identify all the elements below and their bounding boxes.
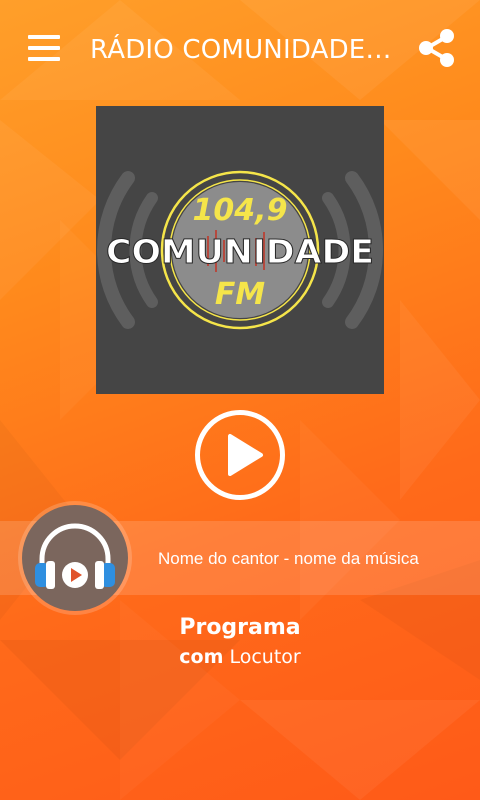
logo-name: COMUNIDADE [106,232,374,271]
program-host: com Locutor [0,644,480,670]
share-button[interactable] [414,26,458,70]
now-playing-text: Nome do cantor - nome da música [158,549,419,568]
program-info: Programa com Locutor [0,612,480,670]
program-host-prefix: com [179,646,224,668]
app-bar: RÁDIO COMUNIDADE F... [0,0,480,100]
menu-button[interactable] [24,30,64,66]
program-host-name: Locutor [229,646,301,668]
station-logo: 104,9 COMUNIDADE FM [96,106,384,394]
program-title: Programa [179,615,301,640]
play-button[interactable] [195,410,285,500]
app-title: RÁDIO COMUNIDADE F... [90,35,394,65]
hamburger-menu-icon [28,35,60,39]
logo-frequency: 104,9 [193,193,288,228]
share-icon [419,29,454,67]
station-logo-art: 104,9 COMUNIDADE FM [97,170,383,330]
logo-band: FM [215,277,265,312]
avatar [22,505,128,611]
play-icon [228,434,263,476]
headphones-icon [35,523,115,589]
